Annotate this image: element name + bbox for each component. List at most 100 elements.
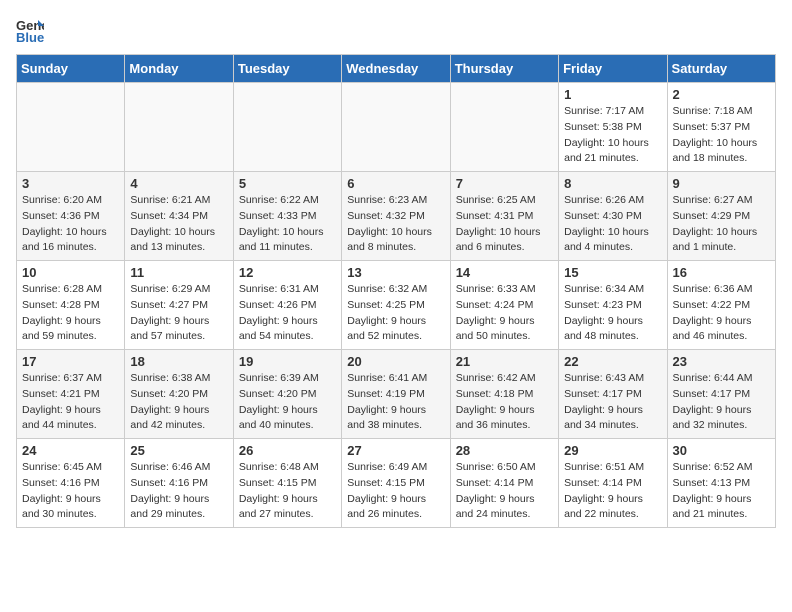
day-detail: Sunrise: 7:17 AMSunset: 5:38 PMDaylight:… xyxy=(564,104,661,167)
day-number: 19 xyxy=(239,354,336,369)
day-number: 2 xyxy=(673,87,770,102)
day-number: 27 xyxy=(347,443,444,458)
calendar-cell xyxy=(450,83,558,172)
calendar-cell: 12Sunrise: 6:31 AMSunset: 4:26 PMDayligh… xyxy=(233,261,341,350)
calendar-cell: 7 Sunrise: 6:25 AMSunset: 4:31 PMDaylight… xyxy=(450,172,558,261)
column-header-wednesday: Wednesday xyxy=(342,55,450,83)
day-detail: Sunrise: 6:48 AMSunset: 4:15 PMDaylight:… xyxy=(239,460,336,523)
day-detail: Sunrise: 6:42 AMSunset: 4:18 PMDaylight:… xyxy=(456,371,553,434)
day-detail: Sunrise: 6:20 AMSunset: 4:36 PMDaylight:… xyxy=(22,193,119,256)
day-detail: Sunrise: 6:27 AMSunset: 4:29 PMDaylight:… xyxy=(673,193,770,256)
calendar-week-row: 17 Sunrise: 6:37 AMSunset: 4:21 PMDayligh… xyxy=(17,350,776,439)
day-number: 13 xyxy=(347,265,444,280)
day-number: 8 xyxy=(564,176,661,191)
calendar-cell: 1 Sunrise: 7:17 AMSunset: 5:38 PMDaylight… xyxy=(559,83,667,172)
day-detail: Sunrise: 6:38 AMSunset: 4:20 PMDaylight:… xyxy=(130,371,227,434)
column-header-thursday: Thursday xyxy=(450,55,558,83)
calendar-cell xyxy=(233,83,341,172)
day-detail: Sunrise: 6:52 AMSunset: 4:13 PMDaylight:… xyxy=(673,460,770,523)
calendar-cell: 19 Sunrise: 6:39 AMSunset: 4:20 PMDayligh… xyxy=(233,350,341,439)
day-number: 20 xyxy=(347,354,444,369)
calendar-cell: 9 Sunrise: 6:27 AMSunset: 4:29 PMDaylight… xyxy=(667,172,775,261)
calendar-cell: 20 Sunrise: 6:41 AMSunset: 4:19 PMDayligh… xyxy=(342,350,450,439)
day-detail: Sunrise: 6:37 AMSunset: 4:21 PMDaylight:… xyxy=(22,371,119,434)
calendar-cell: 5Sunrise: 6:22 AMSunset: 4:33 PMDaylight… xyxy=(233,172,341,261)
day-detail: Sunrise: 6:41 AMSunset: 4:19 PMDaylight:… xyxy=(347,371,444,434)
calendar-cell: 14 Sunrise: 6:33 AMSunset: 4:24 PMDayligh… xyxy=(450,261,558,350)
calendar-cell: 3 Sunrise: 6:20 AMSunset: 4:36 PMDaylight… xyxy=(17,172,125,261)
day-detail: Sunrise: 6:34 AMSunset: 4:23 PMDaylight:… xyxy=(564,282,661,345)
day-number: 30 xyxy=(673,443,770,458)
day-number: 7 xyxy=(456,176,553,191)
day-number: 9 xyxy=(673,176,770,191)
logo: General Blue xyxy=(16,16,48,44)
day-detail: Sunrise: 6:43 AMSunset: 4:17 PMDaylight:… xyxy=(564,371,661,434)
calendar-cell: 8 Sunrise: 6:26 AMSunset: 4:30 PMDaylight… xyxy=(559,172,667,261)
calendar-cell: 4 Sunrise: 6:21 AMSunset: 4:34 PMDaylight… xyxy=(125,172,233,261)
calendar-cell xyxy=(17,83,125,172)
day-detail: Sunrise: 6:26 AMSunset: 4:30 PMDaylight:… xyxy=(564,193,661,256)
calendar-table: SundayMondayTuesdayWednesdayThursdayFrid… xyxy=(16,54,776,528)
day-number: 28 xyxy=(456,443,553,458)
day-number: 11 xyxy=(130,265,227,280)
day-detail: Sunrise: 6:49 AMSunset: 4:15 PMDaylight:… xyxy=(347,460,444,523)
day-number: 25 xyxy=(130,443,227,458)
calendar-cell: 18Sunrise: 6:38 AMSunset: 4:20 PMDayligh… xyxy=(125,350,233,439)
day-detail: Sunrise: 6:32 AMSunset: 4:25 PMDaylight:… xyxy=(347,282,444,345)
calendar-cell: 10Sunrise: 6:28 AMSunset: 4:28 PMDayligh… xyxy=(17,261,125,350)
calendar-cell: 2 Sunrise: 7:18 AMSunset: 5:37 PMDaylight… xyxy=(667,83,775,172)
day-detail: Sunrise: 6:33 AMSunset: 4:24 PMDaylight:… xyxy=(456,282,553,345)
day-detail: Sunrise: 6:29 AMSunset: 4:27 PMDaylight:… xyxy=(130,282,227,345)
day-number: 12 xyxy=(239,265,336,280)
calendar-cell: 13 Sunrise: 6:32 AMSunset: 4:25 PMDayligh… xyxy=(342,261,450,350)
calendar-cell: 6 Sunrise: 6:23 AMSunset: 4:32 PMDaylight… xyxy=(342,172,450,261)
day-number: 4 xyxy=(130,176,227,191)
day-number: 26 xyxy=(239,443,336,458)
calendar-cell: 22Sunrise: 6:43 AMSunset: 4:17 PMDayligh… xyxy=(559,350,667,439)
calendar-header-row: SundayMondayTuesdayWednesdayThursdayFrid… xyxy=(17,55,776,83)
day-detail: Sunrise: 6:23 AMSunset: 4:32 PMDaylight:… xyxy=(347,193,444,256)
calendar-cell: 21 Sunrise: 6:42 AMSunset: 4:18 PMDayligh… xyxy=(450,350,558,439)
day-number: 24 xyxy=(22,443,119,458)
day-number: 21 xyxy=(456,354,553,369)
calendar-cell: 23 Sunrise: 6:44 AMSunset: 4:17 PMDayligh… xyxy=(667,350,775,439)
day-number: 10 xyxy=(22,265,119,280)
calendar-cell: 24 Sunrise: 6:45 AMSunset: 4:16 PMDayligh… xyxy=(17,439,125,528)
column-header-sunday: Sunday xyxy=(17,55,125,83)
day-detail: Sunrise: 6:46 AMSunset: 4:16 PMDaylight:… xyxy=(130,460,227,523)
calendar-week-row: 3 Sunrise: 6:20 AMSunset: 4:36 PMDaylight… xyxy=(17,172,776,261)
day-detail: Sunrise: 6:22 AMSunset: 4:33 PMDaylight:… xyxy=(239,193,336,256)
day-detail: Sunrise: 6:39 AMSunset: 4:20 PMDaylight:… xyxy=(239,371,336,434)
calendar-cell xyxy=(125,83,233,172)
logo-icon: General Blue xyxy=(16,16,44,44)
calendar-cell: 26 Sunrise: 6:48 AMSunset: 4:15 PMDayligh… xyxy=(233,439,341,528)
day-number: 3 xyxy=(22,176,119,191)
calendar-cell: 29 Sunrise: 6:51 AMSunset: 4:14 PMDayligh… xyxy=(559,439,667,528)
calendar-week-row: 10Sunrise: 6:28 AMSunset: 4:28 PMDayligh… xyxy=(17,261,776,350)
day-number: 1 xyxy=(564,87,661,102)
calendar-cell: 16Sunrise: 6:36 AMSunset: 4:22 PMDayligh… xyxy=(667,261,775,350)
day-detail: Sunrise: 6:25 AMSunset: 4:31 PMDaylight:… xyxy=(456,193,553,256)
calendar-week-row: 1 Sunrise: 7:17 AMSunset: 5:38 PMDaylight… xyxy=(17,83,776,172)
svg-text:Blue: Blue xyxy=(16,30,44,44)
calendar-cell: 17 Sunrise: 6:37 AMSunset: 4:21 PMDayligh… xyxy=(17,350,125,439)
day-detail: Sunrise: 6:21 AMSunset: 4:34 PMDaylight:… xyxy=(130,193,227,256)
calendar-cell: 27 Sunrise: 6:49 AMSunset: 4:15 PMDayligh… xyxy=(342,439,450,528)
day-number: 17 xyxy=(22,354,119,369)
day-detail: Sunrise: 6:45 AMSunset: 4:16 PMDaylight:… xyxy=(22,460,119,523)
day-number: 29 xyxy=(564,443,661,458)
day-number: 15 xyxy=(564,265,661,280)
calendar-cell: 30 Sunrise: 6:52 AMSunset: 4:13 PMDayligh… xyxy=(667,439,775,528)
calendar-cell: 25 Sunrise: 6:46 AMSunset: 4:16 PMDayligh… xyxy=(125,439,233,528)
day-number: 23 xyxy=(673,354,770,369)
day-detail: Sunrise: 6:51 AMSunset: 4:14 PMDaylight:… xyxy=(564,460,661,523)
day-number: 14 xyxy=(456,265,553,280)
calendar-cell: 11 Sunrise: 6:29 AMSunset: 4:27 PMDayligh… xyxy=(125,261,233,350)
day-detail: Sunrise: 6:44 AMSunset: 4:17 PMDaylight:… xyxy=(673,371,770,434)
day-detail: Sunrise: 7:18 AMSunset: 5:37 PMDaylight:… xyxy=(673,104,770,167)
calendar-cell: 28Sunrise: 6:50 AMSunset: 4:14 PMDayligh… xyxy=(450,439,558,528)
day-number: 6 xyxy=(347,176,444,191)
day-number: 16 xyxy=(673,265,770,280)
calendar-cell xyxy=(342,83,450,172)
column-header-friday: Friday xyxy=(559,55,667,83)
